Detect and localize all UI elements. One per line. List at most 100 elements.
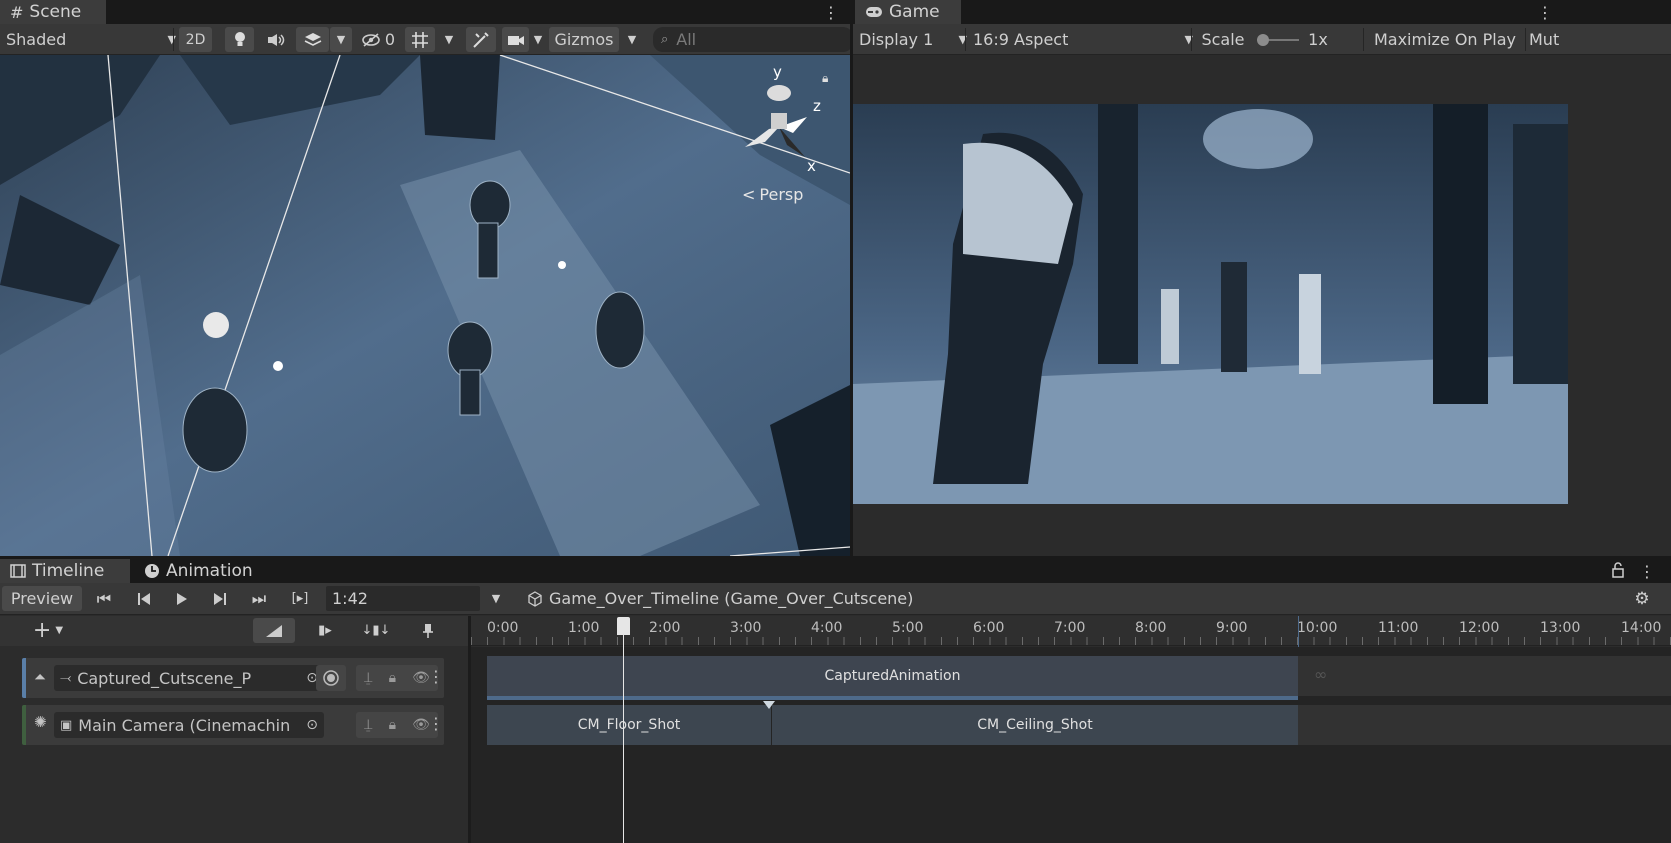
layers-icon — [304, 32, 322, 48]
scene-panel: # Scene ⋮ Shaded ▼ 2D ▼ 0 ▼ ▼ Gizmos ▼ ⌕… — [0, 0, 853, 556]
track-header[interactable]: ✺ ▣ Main Camera (Cinemachin ⊙ ⍊ 🔒︎ 👁︎ ⋮ — [22, 705, 444, 745]
ripple-mode-button[interactable]: ▮▸ — [311, 618, 339, 643]
play-range-button[interactable]: [▸] — [286, 586, 314, 611]
current-time-field[interactable]: 1:42 — [326, 586, 480, 611]
pin-icon[interactable]: ⍊ — [364, 717, 372, 733]
tools-toggle-button[interactable] — [466, 27, 496, 52]
chevron-down-icon: ▼ — [444, 33, 454, 46]
pin-icon[interactable]: ⍊ — [364, 670, 372, 686]
hidden-count: 0 — [384, 30, 396, 49]
game-menu-button[interactable]: ⋮ — [1537, 2, 1553, 22]
gizmos-button[interactable]: Gizmos — [549, 27, 619, 52]
play-button[interactable] — [170, 586, 194, 611]
timeline-settings-button[interactable]: ⚙︎ — [1630, 586, 1654, 611]
add-track-button[interactable]: + ▼ — [28, 618, 68, 643]
aspect-dropdown[interactable]: 16:9 Aspect ▼ — [969, 27, 1197, 52]
ruler-label: 6:00 — [973, 620, 1005, 636]
cinemachine-track-icon: ✺ — [34, 713, 47, 731]
toggle-2d-button[interactable]: 2D — [179, 27, 212, 52]
projection-toggle[interactable]: < Persp — [742, 185, 803, 204]
step-forward-icon — [213, 592, 227, 606]
record-icon — [323, 670, 339, 686]
track-name: Main Camera (Cinemachin — [78, 715, 291, 735]
grid-toggle-button[interactable] — [405, 27, 435, 52]
lock-icon[interactable]: 🔒︎ — [822, 71, 828, 86]
scale-slider[interactable] — [1255, 27, 1301, 52]
character-icon: ⤙ — [60, 670, 72, 686]
orientation-gizmo[interactable]: y z x — [735, 63, 825, 177]
mix-mode-button[interactable] — [253, 618, 295, 643]
mute-audio-button[interactable]: Mut — [1529, 27, 1569, 52]
camera-settings-button[interactable] — [502, 27, 529, 52]
camera-icon: ▣ — [60, 717, 73, 733]
shading-mode-value: Shaded — [6, 30, 67, 49]
display-value: Display 1 — [859, 30, 934, 49]
film-strip-icon — [10, 564, 26, 578]
ruler-label: 13:00 — [1540, 620, 1581, 636]
play-icon — [176, 592, 188, 606]
timeline-panel: Timeline Animation ⋮ Preview ⏮︎ ⏭︎ [▸] 1… — [0, 559, 1671, 843]
timeline-clip[interactable]: CM_Ceiling_Shot — [772, 705, 1298, 745]
replace-icon: ↓▮↓ — [361, 623, 391, 638]
ruler-label: 7:00 — [1054, 620, 1086, 636]
hidden-objects-toggle[interactable]: 0 — [357, 27, 399, 52]
effects-toggle-button[interactable] — [296, 27, 329, 52]
record-button[interactable] — [316, 665, 346, 691]
effects-dropdown[interactable]: ▼ — [330, 27, 352, 52]
link-icon: ∞ — [1314, 665, 1328, 684]
search-icon: ⌕ — [661, 32, 669, 47]
tab-scene[interactable]: # Scene — [0, 0, 106, 24]
timeline-asset-breadcrumb[interactable]: Game_Over_Timeline (Game_Over_Cutscene) — [527, 586, 987, 611]
ripple-icon: ▮▸ — [318, 623, 332, 638]
chevron-down-icon: ▼ — [533, 33, 543, 46]
shading-mode-dropdown[interactable]: Shaded ▼ — [0, 27, 184, 52]
track-object-field[interactable]: ▣ Main Camera (Cinemachin ⊙ — [54, 712, 324, 738]
lock-icon[interactable]: 🔒︎ — [389, 717, 396, 733]
header-splitter[interactable] — [468, 616, 471, 843]
tab-animation[interactable]: Animation — [134, 559, 284, 583]
track-name: Captured_Cutscene_P — [77, 668, 252, 688]
ruler-label: 8:00 — [1135, 620, 1167, 636]
time-format-dropdown[interactable]: ▼ — [486, 586, 506, 611]
timeline-lock-icon[interactable] — [1612, 562, 1624, 578]
timeline-clip[interactable]: CM_Floor_Shot — [487, 705, 771, 745]
timeline-menu-button[interactable]: ⋮ — [1639, 561, 1655, 581]
audio-toggle-button[interactable] — [261, 27, 290, 52]
tab-game[interactable]: Game — [855, 0, 961, 24]
next-frame-button[interactable] — [208, 586, 232, 611]
track-toolbar: + ▼ ▮▸ ↓▮↓ — [0, 616, 468, 646]
track-header[interactable]: ⏶ ⤙ Captured_Cutscene_P ⊙ ⍊ 🔒︎ 👁︎ ⋮ — [22, 658, 444, 698]
lock-icon[interactable]: 🔒︎ — [389, 670, 396, 686]
gizmo-y-label: y — [773, 63, 782, 81]
playhead-handle[interactable] — [617, 617, 630, 635]
scene-viewport[interactable]: y z x 🔒︎ < Persp — [0, 55, 850, 556]
grid-snap-icon — [411, 31, 429, 49]
grid-dropdown[interactable]: ▼ — [438, 27, 460, 52]
display-dropdown[interactable]: Display 1 ▼ — [855, 27, 971, 52]
scene-menu-button[interactable]: ⋮ — [823, 2, 839, 22]
replace-mode-button[interactable]: ↓▮↓ — [360, 618, 392, 643]
game-toolbar: Display 1 ▼ 16:9 Aspect ▼ Scale 1x Maxim… — [853, 24, 1671, 55]
speaker-icon — [267, 33, 285, 47]
scene-search-input[interactable]: ⌕ All — [653, 27, 853, 52]
chevron-down-icon: ▼ — [167, 33, 176, 46]
goto-end-button[interactable]: ⏭︎ — [246, 586, 272, 611]
gear-icon: ⚙︎ — [1634, 588, 1650, 609]
preview-toggle-button[interactable]: Preview — [2, 586, 82, 611]
gizmos-dropdown[interactable]: ▼ — [621, 27, 643, 52]
timeline-asset-name: Game_Over_Timeline (Game_Over_Cutscene) — [549, 589, 914, 608]
timeline-clip[interactable]: CapturedAnimation — [487, 656, 1298, 700]
camera-dropdown[interactable]: ▼ — [529, 27, 547, 52]
track-menu-button[interactable]: ⋮ — [428, 667, 444, 686]
tab-timeline[interactable]: Timeline — [0, 559, 130, 583]
object-picker-icon[interactable]: ⊙ — [306, 717, 318, 733]
track-menu-button[interactable]: ⋮ — [428, 714, 444, 733]
pin-button[interactable] — [418, 618, 438, 643]
lighting-toggle-button[interactable] — [225, 27, 254, 52]
maximize-on-play-button[interactable]: Maximize On Play — [1369, 27, 1521, 52]
game-viewport[interactable] — [853, 104, 1568, 504]
goto-start-button[interactable]: ⏮︎ — [92, 586, 116, 611]
track-object-field[interactable]: ⤙ Captured_Cutscene_P ⊙ — [54, 665, 324, 691]
time-ruler[interactable]: 0:00 1:00 2:00 3:00 4:00 5:00 6:00 7:00 … — [471, 616, 1671, 646]
prev-frame-button[interactable] — [132, 586, 156, 611]
